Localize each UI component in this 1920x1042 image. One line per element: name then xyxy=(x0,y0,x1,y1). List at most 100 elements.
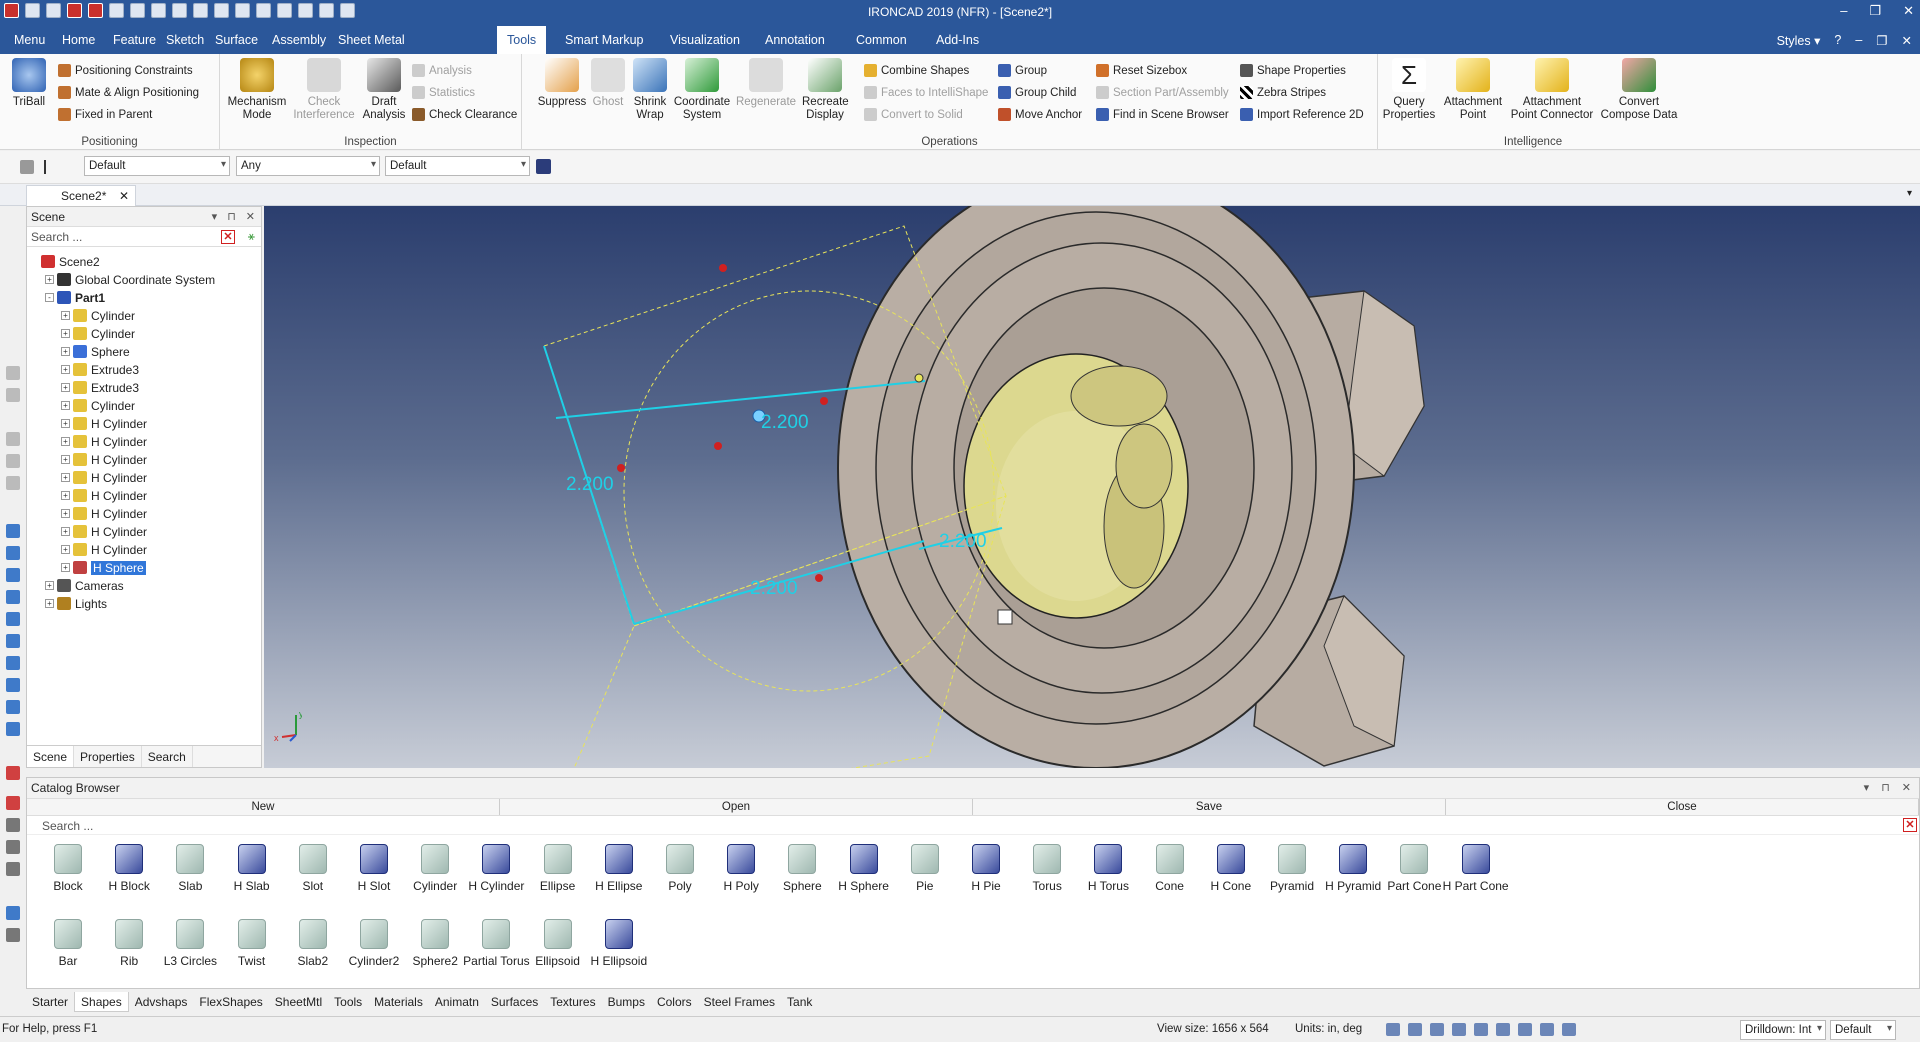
minimize-icon[interactable]: – xyxy=(1840,3,1847,19)
catalog-shape-item[interactable]: Pie xyxy=(890,844,960,893)
catalog-shape-item[interactable]: H Cylinder xyxy=(461,844,531,893)
tree-item[interactable]: + Cameras xyxy=(31,577,259,595)
coordinate-system-button[interactable]: Coordinate System xyxy=(672,58,732,122)
catalog-menu-icon[interactable]: ▾ xyxy=(1864,781,1870,794)
tree-item[interactable]: Scene2 xyxy=(31,253,259,271)
catalog-close-button[interactable]: Close xyxy=(1446,799,1919,815)
group-button[interactable]: Group xyxy=(998,64,1047,77)
catalog-shape-item[interactable]: Pyramid xyxy=(1257,844,1327,893)
tool-icon-18[interactable] xyxy=(6,818,20,832)
styles-menu[interactable]: Styles ▾ xyxy=(1777,33,1821,48)
group-child-button[interactable]: Group Child xyxy=(998,86,1076,99)
attachment-point-connector-button[interactable]: Attachment Point Connector xyxy=(1508,58,1596,122)
convert-to-solid-button[interactable]: Convert to Solid xyxy=(864,108,963,121)
analysis-button[interactable]: Analysis xyxy=(412,64,472,77)
tool-icon-1[interactable] xyxy=(6,366,20,380)
tree-expander-icon[interactable]: + xyxy=(61,419,70,428)
menu-visualization[interactable]: Visualization xyxy=(670,33,740,47)
catalog-shape-item[interactable]: H Cone xyxy=(1196,844,1266,893)
anchor-handle[interactable] xyxy=(997,609,1013,625)
handle-1[interactable] xyxy=(617,464,625,472)
select-icon[interactable] xyxy=(1562,1023,1576,1036)
find-in-scene-browser-button[interactable]: Find in Scene Browser xyxy=(1096,108,1229,121)
menu-sheet-metal[interactable]: Sheet Metal xyxy=(338,33,405,47)
tool-icon-7[interactable] xyxy=(6,546,20,560)
tab-close-icon[interactable]: ✕ xyxy=(119,189,129,203)
triball-button[interactable]: TriBall xyxy=(6,58,52,109)
tab-scene[interactable]: Scene xyxy=(27,746,75,767)
drilldown-combo[interactable]: Drilldown: Int xyxy=(1740,1020,1826,1040)
tab-search[interactable]: Search xyxy=(142,746,193,767)
tool-icon-4[interactable] xyxy=(6,454,20,468)
tree-item[interactable]: + H Cylinder xyxy=(31,505,259,523)
catalog-shape-item[interactable]: H Block xyxy=(94,844,164,893)
tree-item[interactable]: + Cylinder xyxy=(31,325,259,343)
ribbon-minimize-icon[interactable]: – xyxy=(1855,33,1862,48)
menu-home[interactable]: Home xyxy=(62,33,95,47)
tree-item[interactable]: + Extrude3 xyxy=(31,379,259,397)
tree-expander-icon[interactable]: - xyxy=(45,293,54,302)
catalog-tab[interactable]: FlexShapes xyxy=(193,992,268,1012)
catalog-open-button[interactable]: Open xyxy=(500,799,973,815)
positioning-constraints-button[interactable]: Positioning Constraints xyxy=(58,64,193,77)
tree-expander-icon[interactable]: + xyxy=(61,455,70,464)
tool-icon-15[interactable] xyxy=(6,722,20,736)
handle-2[interactable] xyxy=(714,442,722,450)
tree-item[interactable]: + Global Coordinate System xyxy=(31,271,259,289)
tree-item[interactable]: + Cylinder xyxy=(31,397,259,415)
combine-shapes-button[interactable]: Combine Shapes xyxy=(864,64,969,77)
catalog-shape-item[interactable]: H Pyramid xyxy=(1318,844,1388,893)
catalog-tab[interactable]: Tank xyxy=(781,992,818,1012)
tree-expander-icon[interactable]: + xyxy=(61,347,70,356)
statistics-button[interactable]: Statistics xyxy=(412,86,475,99)
ghost-button[interactable]: Ghost xyxy=(588,58,628,109)
tree-item[interactable]: + H Cylinder xyxy=(31,469,259,487)
tool-icon-10[interactable] xyxy=(6,612,20,626)
catalog-pin-icon[interactable]: ⊓ xyxy=(1881,781,1890,794)
scene-search-input[interactable]: Search ... ✕ ⚹ xyxy=(27,227,261,247)
dimension-label-right[interactable]: 2.200 xyxy=(939,531,987,552)
help-icon[interactable]: ? xyxy=(1834,33,1841,48)
query-properties-button[interactable]: Σ Query Properties xyxy=(1382,58,1436,122)
catalog-tab[interactable]: Animatn xyxy=(429,992,485,1012)
attachment-point-button[interactable]: Attachment Point xyxy=(1440,58,1506,122)
catalog-shape-item[interactable]: Twist xyxy=(217,919,287,968)
import-reference-2d-button[interactable]: Import Reference 2D xyxy=(1240,108,1364,121)
tree-expander-icon[interactable]: + xyxy=(61,365,70,374)
menu-common[interactable]: Common xyxy=(856,33,907,47)
tree-item[interactable]: - Part1 xyxy=(31,289,259,307)
tree-item[interactable]: + H Sphere xyxy=(31,559,259,577)
menu-assembly[interactable]: Assembly xyxy=(272,33,326,47)
check-clearance-button[interactable]: Check Clearance xyxy=(412,108,517,121)
move-anchor-button[interactable]: Move Anchor xyxy=(998,108,1082,121)
catalog-shape-item[interactable]: Slab2 xyxy=(278,919,348,968)
pin-icon[interactable]: ⊓ xyxy=(227,210,236,223)
menu-feature[interactable]: Feature xyxy=(113,33,156,47)
catalog-shape-item[interactable]: L3 Circles xyxy=(155,919,225,968)
tree-item[interactable]: + H Cylinder xyxy=(31,433,259,451)
section-view-icon[interactable] xyxy=(1518,1023,1532,1036)
tab-properties[interactable]: Properties xyxy=(74,746,142,767)
convert-compose-data-button[interactable]: Convert Compose Data xyxy=(1598,58,1680,122)
tree-item[interactable]: + H Cylinder xyxy=(31,487,259,505)
faces-to-intellishape-button[interactable]: Faces to IntelliShape xyxy=(864,86,988,99)
catalog-tab[interactable]: Steel Frames xyxy=(698,992,781,1012)
tree-expander-icon[interactable]: + xyxy=(61,491,70,500)
tree-expander-icon[interactable]: + xyxy=(61,563,70,572)
catalog-shape-item[interactable]: H Slot xyxy=(339,844,409,893)
catalog-tab[interactable]: Textures xyxy=(544,992,601,1012)
orbit-icon[interactable] xyxy=(1474,1023,1488,1036)
catalog-tab[interactable]: SheetMtl xyxy=(269,992,328,1012)
tree-expander-icon[interactable]: + xyxy=(61,329,70,338)
tree-expander-icon[interactable]: + xyxy=(61,383,70,392)
tree-expander-icon[interactable]: + xyxy=(45,599,54,608)
catalog-tab[interactable]: Surfaces xyxy=(485,992,544,1012)
catalog-shape-item[interactable]: H Ellipsoid xyxy=(584,919,654,968)
menu-menu[interactable]: Menu xyxy=(14,33,45,47)
handle-4[interactable] xyxy=(719,264,727,272)
reset-sizebox-button[interactable]: Reset Sizebox xyxy=(1096,64,1187,77)
menu-surface[interactable]: Surface xyxy=(215,33,258,47)
handle-6[interactable] xyxy=(914,373,924,383)
catalog-shape-item[interactable]: Poly xyxy=(645,844,715,893)
catalog-shape-item[interactable]: Part Cone xyxy=(1379,844,1449,893)
